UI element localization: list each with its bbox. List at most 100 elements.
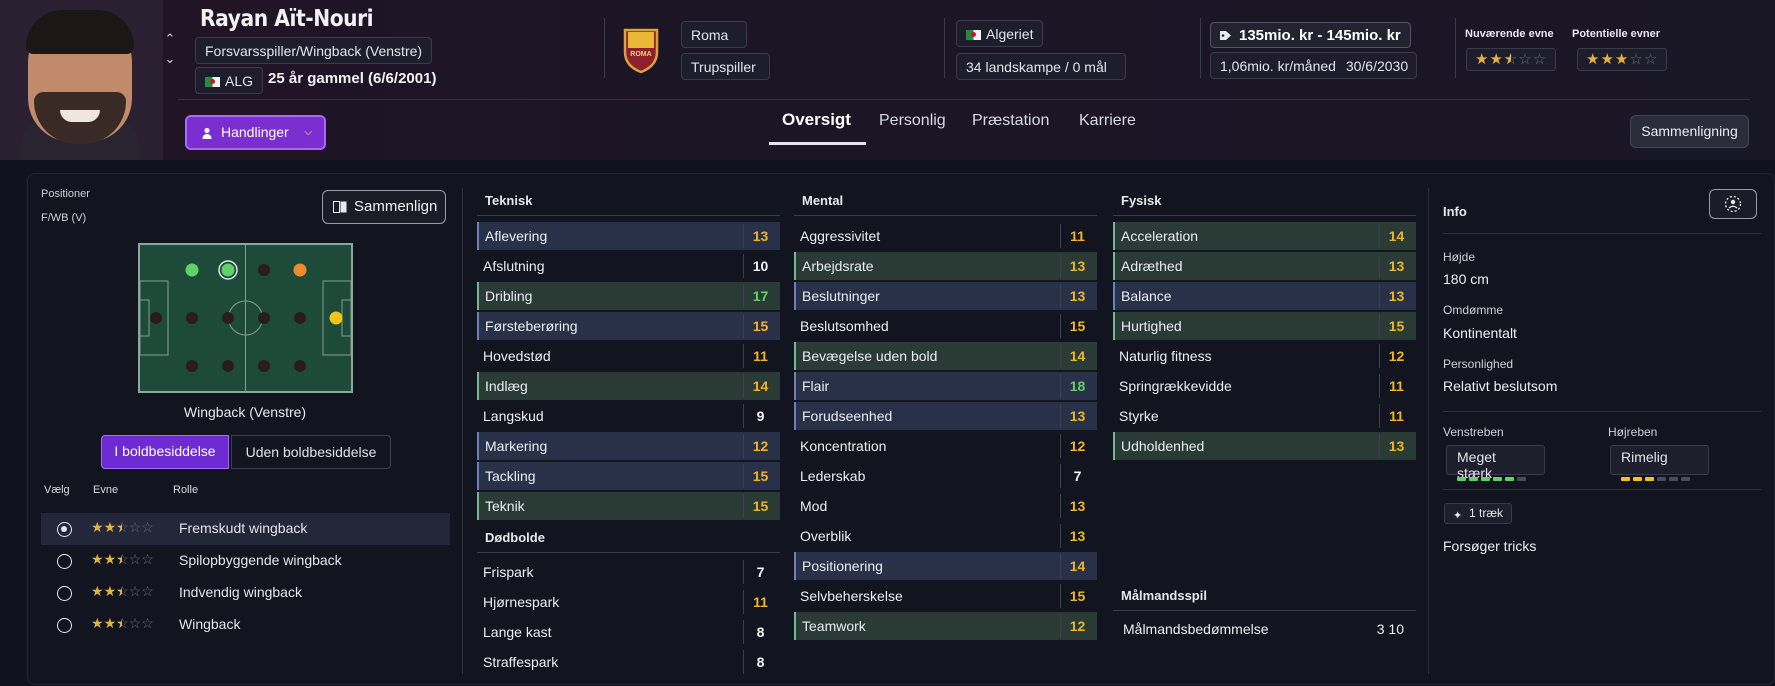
attribute-name: Afslutning: [483, 258, 545, 274]
mental-attribute-row[interactable]: Lederskab 7: [794, 462, 1097, 490]
attribute-name: Balance: [1121, 288, 1172, 304]
left-foot-label: Venstreben: [1443, 425, 1504, 439]
tab-overview[interactable]: Oversigt: [782, 110, 851, 130]
physical-attribute-row[interactable]: Balance 13: [1113, 282, 1416, 310]
attribute-name: Beslutninger: [802, 288, 880, 304]
attribute-name: Lange kast: [483, 624, 552, 640]
height-label: Højde: [1443, 250, 1476, 264]
role-row[interactable]: ★★☆★☆☆ Spilopbyggende wingback: [41, 545, 450, 577]
goalkeeping-rating-row: Målmandsbedømmelse 3 10: [1113, 615, 1416, 643]
algeria-flag-icon: [205, 77, 220, 87]
previous-player-button[interactable]: ⌃: [162, 30, 178, 48]
nation-chip[interactable]: Algeriet: [956, 20, 1044, 47]
physical-attribute-row[interactable]: Hurtighed 15: [1113, 312, 1416, 340]
role-row[interactable]: ★★☆★☆☆ Indvendig wingback: [41, 577, 450, 609]
technical-attribute-row[interactable]: Aflevering 13: [477, 222, 780, 250]
position-dot: [185, 263, 199, 277]
set-pieces-attribute-row[interactable]: Lange kast 8: [477, 618, 780, 646]
attribute-value: 11: [1379, 404, 1413, 428]
attribute-value: 11: [743, 590, 777, 614]
position-dot: [258, 360, 270, 372]
info-title: Info: [1443, 204, 1467, 219]
attribute-name: Dribling: [485, 288, 533, 304]
physical-attribute-row[interactable]: Naturlig fitness 12: [1113, 342, 1416, 370]
left-foot-bar: [1457, 468, 1529, 481]
in-possession-toggle[interactable]: I boldbesiddelse: [101, 435, 229, 469]
comparison-button[interactable]: Sammenligning: [1630, 115, 1749, 148]
mental-attribute-row[interactable]: Overblik 13: [794, 522, 1097, 550]
mental-attribute-row[interactable]: Forudseenhed 13: [794, 402, 1097, 430]
mental-attribute-row[interactable]: Koncentration 12: [794, 432, 1097, 460]
attribute-name: Springrækkevidde: [1119, 378, 1232, 394]
out-of-possession-toggle[interactable]: Uden boldbesiddelse: [231, 435, 391, 469]
position-dot: [294, 360, 306, 372]
technical-attribute-row[interactable]: Markering 12: [477, 432, 780, 460]
attribute-value: 8: [743, 650, 777, 674]
set-pieces-attribute-row[interactable]: Frispark 7: [477, 558, 780, 586]
physical-attribute-row[interactable]: Acceleration 14: [1113, 222, 1416, 250]
attribute-value: 13: [1060, 494, 1094, 518]
mental-attribute-row[interactable]: Flair 18: [794, 372, 1097, 400]
attribute-name: Indlæg: [485, 378, 528, 394]
attribute-name: Bevægelse uden bold: [802, 348, 938, 364]
physical-attribute-row[interactable]: Udholdenhed 13: [1113, 432, 1416, 460]
physical-attribute-row[interactable]: Adræthed 13: [1113, 252, 1416, 280]
position-dot: [258, 312, 270, 324]
nation-code: ALG: [225, 73, 254, 89]
trait-item: Forsøger tricks: [1443, 538, 1537, 554]
set-pieces-attribute-row[interactable]: Hjørnespark 11: [477, 588, 780, 616]
mental-attribute-row[interactable]: Selvbeherskelse 15: [794, 582, 1097, 610]
attribute-name: Naturlig fitness: [1119, 348, 1212, 364]
set-pieces-attribute-row[interactable]: Straffespark 8: [477, 648, 780, 676]
role-radio[interactable]: [57, 586, 72, 601]
mental-attribute-row[interactable]: Teamwork 12: [794, 612, 1097, 640]
mental-attribute-row[interactable]: Beslutsomhed 15: [794, 312, 1097, 340]
position-compare-button[interactable]: Sammenlign: [322, 190, 446, 224]
info-settings-button[interactable]: [1709, 189, 1757, 219]
technical-attribute-row[interactable]: Afslutning 10: [477, 252, 780, 280]
next-player-button[interactable]: ⌄: [162, 50, 178, 68]
role-name: Indvendig wingback: [179, 584, 302, 600]
club-name-chip[interactable]: Roma: [681, 21, 747, 48]
technical-title: Teknisk: [485, 193, 533, 208]
attribute-name: Tackling: [485, 468, 536, 484]
role-radio[interactable]: [57, 554, 72, 569]
attribute-name: Styrke: [1119, 408, 1159, 424]
mental-attribute-row[interactable]: Bevægelse uden bold 14: [794, 342, 1097, 370]
technical-attribute-row[interactable]: Hovedstød 11: [477, 342, 780, 370]
attribute-name: Frispark: [483, 564, 534, 580]
role-radio[interactable]: [57, 618, 72, 633]
role-row[interactable]: ★★☆★☆☆ Wingback: [41, 609, 450, 641]
active-tab-indicator: [769, 142, 866, 145]
mental-attribute-row[interactable]: Arbejdsrate 13: [794, 252, 1097, 280]
role-row[interactable]: ★★☆★☆☆ Fremskudt wingback: [41, 513, 450, 545]
attribute-value: 7: [1060, 464, 1094, 488]
technical-attribute-row[interactable]: Teknik 15: [477, 492, 780, 520]
physical-attribute-row[interactable]: Springrækkevidde 11: [1113, 372, 1416, 400]
tab-career[interactable]: Karriere: [1079, 112, 1136, 130]
technical-attribute-row[interactable]: Tackling 15: [477, 462, 780, 490]
technical-attribute-row[interactable]: Førsteberøring 15: [477, 312, 780, 340]
attribute-value: 15: [743, 314, 777, 338]
technical-attribute-row[interactable]: Dribling 17: [477, 282, 780, 310]
technical-attribute-row[interactable]: Indlæg 14: [477, 372, 780, 400]
attribute-value: 13: [1060, 404, 1094, 428]
mental-attribute-row[interactable]: Aggressivitet 11: [794, 222, 1097, 250]
tab-personal[interactable]: Personlig: [879, 112, 946, 130]
technical-attribute-row[interactable]: Langskud 9: [477, 402, 780, 430]
attribute-name: Langskud: [483, 408, 544, 424]
chevron-down-icon: ⌵: [304, 127, 312, 138]
club-logo-icon[interactable]: ROMA: [622, 26, 660, 74]
mental-attribute-row[interactable]: Beslutninger 13: [794, 282, 1097, 310]
mental-attribute-row[interactable]: Positionering 14: [794, 552, 1097, 580]
position-pitch: [138, 243, 353, 393]
attribute-name: Hurtighed: [1121, 318, 1182, 334]
goalkeeping-rating-value: 3 10: [1376, 621, 1404, 637]
mental-attribute-row[interactable]: Mod 13: [794, 492, 1097, 520]
role-radio[interactable]: [57, 522, 72, 537]
physical-attribute-row[interactable]: Styrke 11: [1113, 402, 1416, 430]
tab-performance[interactable]: Præstation: [972, 112, 1049, 130]
traits-chip[interactable]: ✦ 1 træk: [1444, 503, 1513, 524]
contract-chip: 1,06mio. kr/måned 30/6/2030: [1210, 52, 1417, 79]
actions-button[interactable]: Handlinger ⌵: [185, 115, 326, 150]
